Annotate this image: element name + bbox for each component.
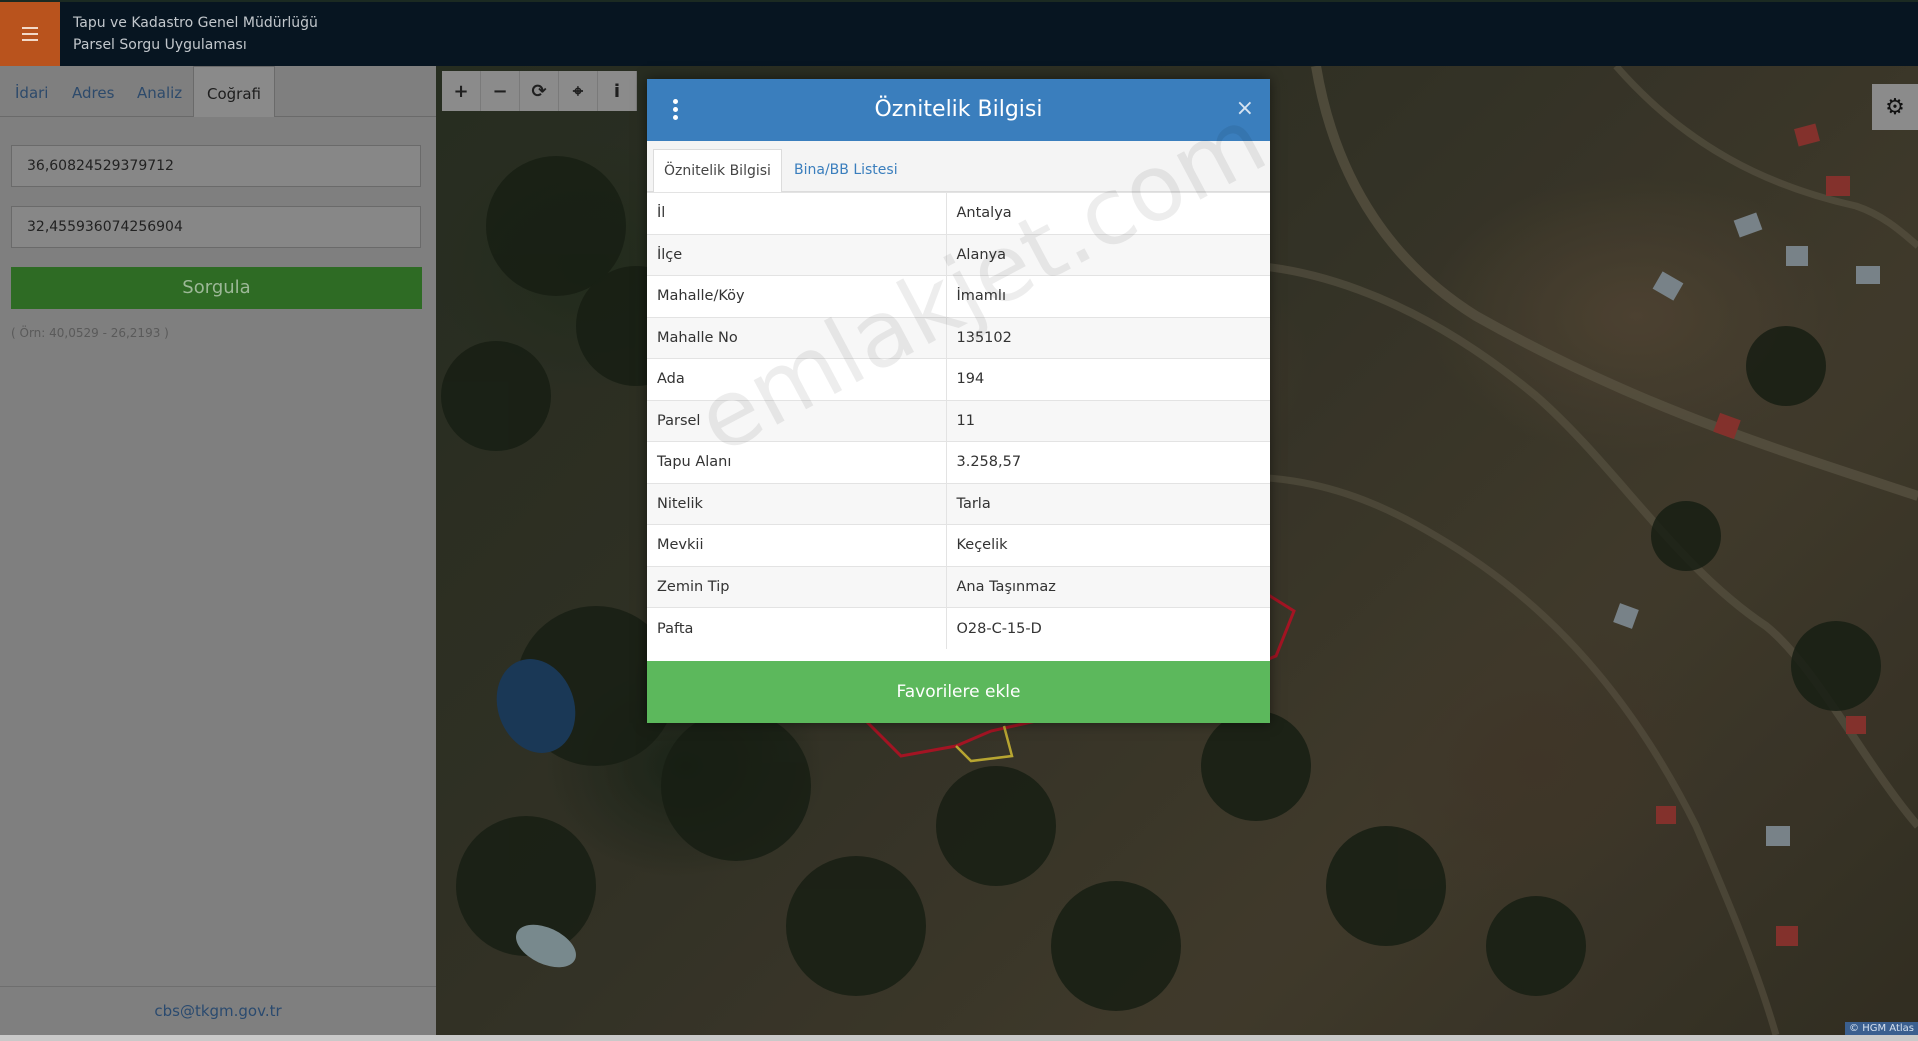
attribute-key: Mahalle No [647,316,947,359]
table-row: İlçe Alanya [647,233,1270,276]
crosshair-icon[interactable]: ⌖ [559,71,598,111]
attribute-value: Keçelik [946,524,1270,566]
attribute-value: 135102 [946,316,1270,359]
table-row: Ada 194 [647,358,1270,400]
table-row: Pafta O28-C-15-D [647,607,1270,649]
attribute-key: Zemin Tip [647,565,947,608]
tab-idari[interactable]: İdari [11,66,52,116]
attribute-key: Ada [647,358,947,400]
gear-icon[interactable]: ⚙ [1872,84,1918,130]
table-row: Mahalle No 135102 [647,316,1270,359]
attribute-key: Mahalle/Köy [647,275,947,317]
tab-analiz[interactable]: Analiz [133,66,186,116]
dialog-title: Öznitelik Bilgisi [874,97,1043,122]
info-icon[interactable]: i [598,71,637,111]
menu-button[interactable] [0,2,60,66]
attribute-value: Antalya [946,192,1270,234]
attribute-value: Tarla [946,482,1270,525]
contact-email-link[interactable]: cbs@tkgm.gov.tr [0,986,436,1035]
sidebar: İdari Adres Analiz Coğrafi Sorgula ( Örn… [0,66,436,1035]
attribute-key: Tapu Alanı [647,441,947,483]
dialog-tabs: Öznitelik Bilgisi Bina/BB Listesi [647,141,1270,193]
latitude-input[interactable] [11,145,421,187]
bottom-strip [0,1035,1918,1041]
tab-building-list[interactable]: Bina/BB Listesi [784,149,908,191]
attribute-value: 11 [946,399,1270,442]
tab-adres[interactable]: Adres [68,66,118,116]
attribute-table: İl Antalya İlçe Alanya Mahalle/Köy İmamlı Maha… [647,192,1270,649]
app-title: Tapu ve Kadastro Genel Müdürlüğü Parsel … [73,12,318,56]
map-attribution: © HGM Atlas [1845,1022,1918,1035]
query-button[interactable]: Sorgula [11,267,422,309]
tab-attribute-info[interactable]: Öznitelik Bilgisi [653,149,782,193]
table-row: İl Antalya [647,192,1270,234]
attribute-key: İlçe [647,233,947,276]
attribute-value: 194 [946,358,1270,400]
attribute-key: İl [647,192,947,234]
attribute-info-dialog: Öznitelik Bilgisi × Öznitelik Bilgisi Bi… [647,79,1270,723]
attribute-key: Pafta [647,607,947,649]
app-header: Tapu ve Kadastro Genel Müdürlüğü Parsel … [0,2,1918,66]
attribute-key: Parsel [647,399,947,442]
attribute-key: Nitelik [647,482,947,525]
attribute-value: 3.258,57 [946,441,1270,483]
attribute-key: Mevkii [647,524,947,566]
table-row: Mevkii Keçelik [647,524,1270,566]
zoom-out-minus-icon[interactable]: − [481,71,520,111]
add-to-favorites-button[interactable]: Favorilere ekle [647,661,1270,723]
attribute-value: İmamlı [946,275,1270,317]
refresh-icon[interactable]: ⟳ [520,71,559,111]
close-icon[interactable]: × [1236,95,1254,123]
table-row: Parsel 11 [647,399,1270,442]
longitude-input[interactable] [11,206,421,248]
app-title-line1: Tapu ve Kadastro Genel Müdürlüğü [73,15,318,31]
tab-cografi[interactable]: Coğrafi [193,66,275,117]
app-title-line2: Parsel Sorgu Uygulaması [73,37,247,53]
dialog-header: Öznitelik Bilgisi × [647,79,1270,141]
table-row: Tapu Alanı 3.258,57 [647,441,1270,483]
attribute-value: Ana Taşınmaz [946,565,1270,608]
table-row: Zemin Tip Ana Taşınmaz [647,565,1270,608]
attribute-value: O28-C-15-D [946,607,1270,649]
sidebar-tabs: İdari Adres Analiz Coğrafi [0,66,436,117]
attribute-value: Alanya [946,233,1270,276]
hamburger-icon [22,25,38,43]
coordinate-hint: ( Örn: 40,0529 - 26,2193 ) [11,326,169,340]
table-row: Mahalle/Köy İmamlı [647,275,1270,317]
map-toolbar: + − ⟳ ⌖ i [442,71,637,111]
zoom-in-plus-icon[interactable]: + [442,71,481,111]
table-row: Nitelik Tarla [647,482,1270,525]
